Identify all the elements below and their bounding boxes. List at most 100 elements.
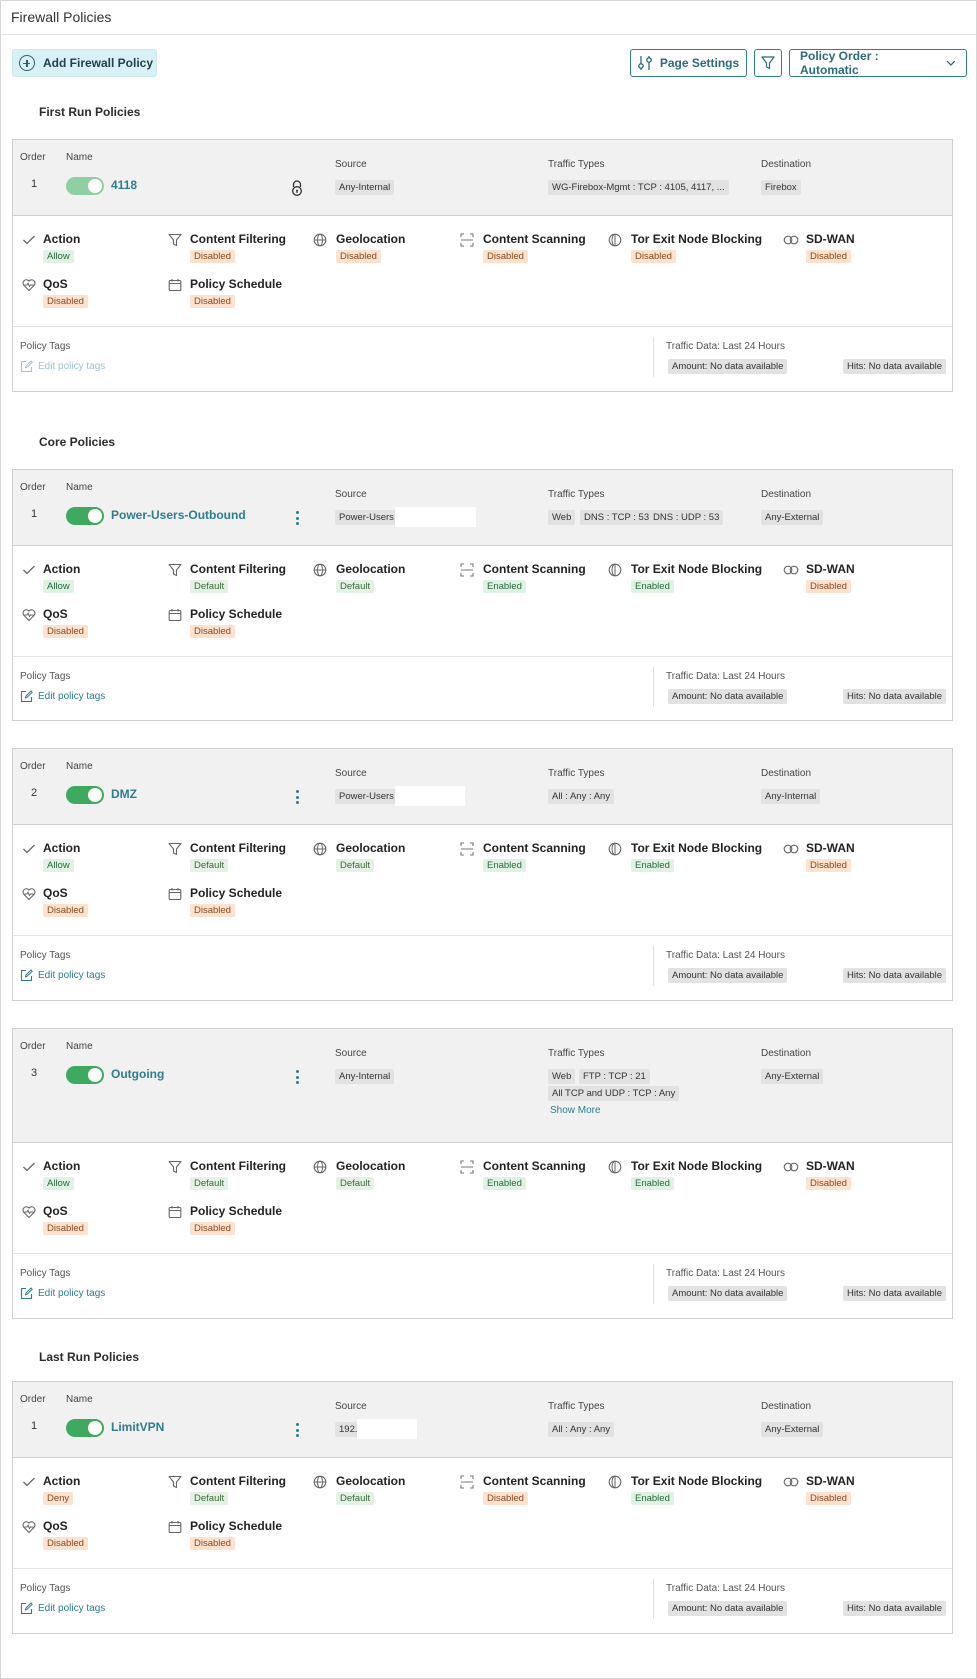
- heart-pulse-icon: [22, 278, 36, 292]
- feature-status-badge: Disabled: [483, 1492, 528, 1505]
- feature-status-badge: Disabled: [806, 250, 851, 263]
- feature-status-badge: Deny: [43, 1492, 74, 1505]
- feature-status-badge: Disabled: [190, 625, 235, 638]
- name-column-label: Name: [66, 1394, 93, 1405]
- source-chip: Power-Users: [335, 789, 398, 804]
- edit-policy-tags-link[interactable]: Edit policy tags: [20, 969, 105, 982]
- feature-status-badge: Default: [336, 1177, 375, 1190]
- feature-status-badge: Disabled: [190, 1222, 235, 1235]
- more-options-icon[interactable]: [294, 1421, 300, 1439]
- redacted-area: [395, 507, 476, 527]
- feature-status-badge: Enabled: [631, 580, 674, 593]
- more-options-icon[interactable]: [294, 788, 300, 806]
- edit-icon: [20, 360, 33, 373]
- more-options-icon[interactable]: [294, 509, 300, 527]
- feature-status-badge: Disabled: [190, 295, 235, 308]
- feature-label: Policy Schedule: [190, 1204, 283, 1218]
- order-column-label: Order: [20, 1041, 46, 1052]
- section-title: Last Run Policies: [39, 1350, 140, 1364]
- add-firewall-policy-label: Add Firewall Policy: [43, 56, 154, 70]
- feature-label: Tor Exit Node Blocking: [631, 841, 763, 855]
- policy-name-link[interactable]: Outgoing: [111, 1067, 164, 1081]
- show-more-link[interactable]: Show More: [550, 1105, 601, 1116]
- policy-enabled-toggle[interactable]: [66, 1419, 104, 1437]
- feature-status-badge: Disabled: [190, 1537, 235, 1550]
- feature-status-badge: Enabled: [631, 859, 674, 872]
- feature-label: QoS: [43, 277, 68, 291]
- divider: [13, 1568, 952, 1569]
- policy-order-dropdown[interactable]: Policy Order : Automatic: [789, 49, 967, 77]
- scan-icon: [460, 842, 474, 856]
- tor-icon: [608, 563, 622, 577]
- policy-order-number: 3: [31, 1067, 38, 1079]
- edit-policy-tags-link[interactable]: Edit policy tags: [20, 1602, 105, 1615]
- hits-chip: Hits: No data available: [843, 968, 947, 983]
- feature-status-badge: Allow: [43, 250, 74, 263]
- feature-status-badge: Disabled: [43, 1222, 88, 1235]
- feature-label: Action: [43, 841, 81, 855]
- edit-policy-tags-link[interactable]: Edit policy tags: [20, 360, 105, 373]
- source-chip: Any-Internal: [335, 180, 395, 195]
- feature-label: Tor Exit Node Blocking: [631, 562, 763, 576]
- policy-enabled-toggle[interactable]: [66, 177, 104, 195]
- feature-label: Tor Exit Node Blocking: [631, 1159, 763, 1173]
- feature-label: Geolocation: [336, 841, 406, 855]
- policy-order-number: 1: [31, 1420, 38, 1432]
- policy-enabled-toggle[interactable]: [66, 1066, 104, 1084]
- destination-chip: Any-External: [761, 510, 824, 525]
- divider: [13, 326, 952, 327]
- filter-button[interactable]: [754, 49, 782, 77]
- redacted-area: [357, 1419, 417, 1439]
- feature-label: Action: [43, 1474, 81, 1488]
- feature-status-badge: Default: [190, 1177, 229, 1190]
- feature-label: Content Filtering: [190, 232, 286, 246]
- edit-icon: [20, 690, 33, 703]
- filter-icon: [168, 1160, 182, 1174]
- feature-label: SD-WAN: [806, 1474, 855, 1488]
- feature-status-badge: Disabled: [43, 904, 88, 917]
- add-firewall-policy-button[interactable]: Add Firewall Policy: [12, 49, 157, 77]
- feature-label: Content Scanning: [483, 1474, 586, 1488]
- destination-chip: Any-External: [761, 1422, 824, 1437]
- feature-label: Geolocation: [336, 1159, 406, 1173]
- traffic-type-chip: All : Any : Any: [548, 1422, 615, 1437]
- edit-policy-tags-link[interactable]: Edit policy tags: [20, 690, 105, 703]
- feature-status-badge: Default: [336, 580, 375, 593]
- source-column-label: Source: [335, 1048, 367, 1059]
- feature-status-badge: Default: [190, 859, 229, 872]
- feature-label: SD-WAN: [806, 1159, 855, 1173]
- feature-status-badge: Default: [336, 859, 375, 872]
- feature-status-badge: Default: [336, 1492, 375, 1505]
- more-options-icon[interactable]: [294, 1068, 300, 1086]
- policy-card: Order Name Source Traffic Types Destination 1…: [12, 139, 953, 392]
- policy-name-link[interactable]: DMZ: [111, 787, 137, 801]
- feature-status-badge: Disabled: [806, 580, 851, 593]
- traffic-types-column-label: Traffic Types: [548, 159, 605, 170]
- feature-label: Content Filtering: [190, 841, 286, 855]
- add-circle-icon: [19, 55, 35, 71]
- policy-card-header: Order Name Source Traffic Types Destination 1…: [13, 140, 952, 216]
- feature-status-badge: Allow: [43, 1177, 74, 1190]
- divider: [13, 656, 952, 657]
- globe-icon: [313, 233, 327, 247]
- policy-name-link[interactable]: LimitVPN: [111, 1420, 164, 1434]
- policy-tags-label: Policy Tags: [20, 671, 71, 682]
- divider: [653, 946, 654, 986]
- policy-enabled-toggle[interactable]: [66, 507, 104, 525]
- policy-name-link[interactable]: Power-Users-Outbound: [111, 508, 246, 522]
- hits-chip: Hits: No data available: [843, 689, 947, 704]
- sdwan-icon: [783, 842, 799, 856]
- feature-label: Content Scanning: [483, 841, 586, 855]
- policy-name-link[interactable]: 4118: [111, 178, 137, 192]
- section-title: Core Policies: [39, 435, 116, 449]
- feature-label: Action: [43, 562, 81, 576]
- edit-icon: [20, 1602, 33, 1615]
- edit-policy-tags-link[interactable]: Edit policy tags: [20, 1287, 105, 1300]
- page-settings-button[interactable]: Page Settings: [630, 49, 747, 77]
- feature-label: SD-WAN: [806, 562, 855, 576]
- traffic-data-label: Traffic Data: Last 24 Hours: [666, 1583, 785, 1594]
- policy-enabled-toggle[interactable]: [66, 786, 104, 804]
- feature-status-badge: Disabled: [336, 250, 381, 263]
- traffic-type-chip: All : Any : Any: [548, 789, 615, 804]
- source-chip: Any-Internal: [335, 1069, 395, 1084]
